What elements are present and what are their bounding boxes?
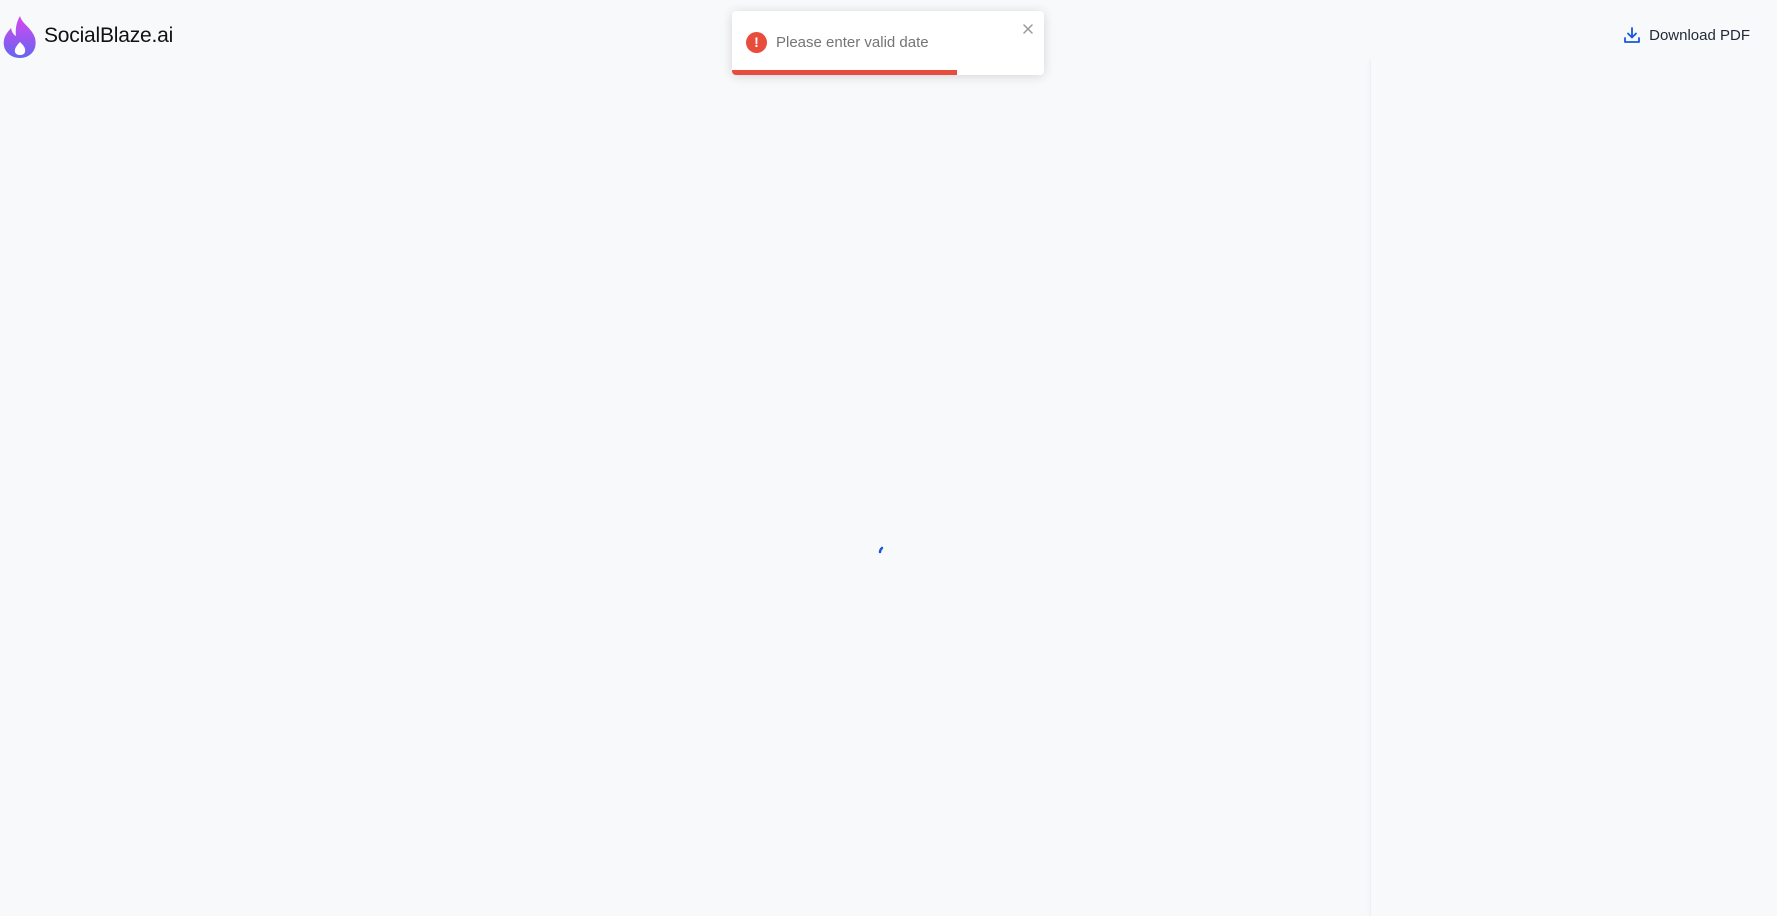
flame-icon	[3, 16, 36, 58]
right-side-panel	[1370, 60, 1777, 916]
spinner-icon	[878, 546, 884, 554]
close-icon[interactable]	[1020, 21, 1036, 37]
error-toast: ! Please enter valid date	[732, 11, 1044, 75]
download-icon	[1624, 27, 1641, 43]
download-pdf-button[interactable]: Download PDF	[1623, 26, 1750, 44]
download-pdf-label: Download PDF	[1649, 26, 1750, 44]
brand-logo[interactable]: SocialBlaze.ai	[2, 14, 173, 58]
toast-message: Please enter valid date	[776, 34, 929, 51]
brand-name: SocialBlaze.ai	[44, 24, 174, 47]
toast-progress-bar	[732, 70, 957, 75]
exclamation-icon: !	[746, 32, 767, 53]
